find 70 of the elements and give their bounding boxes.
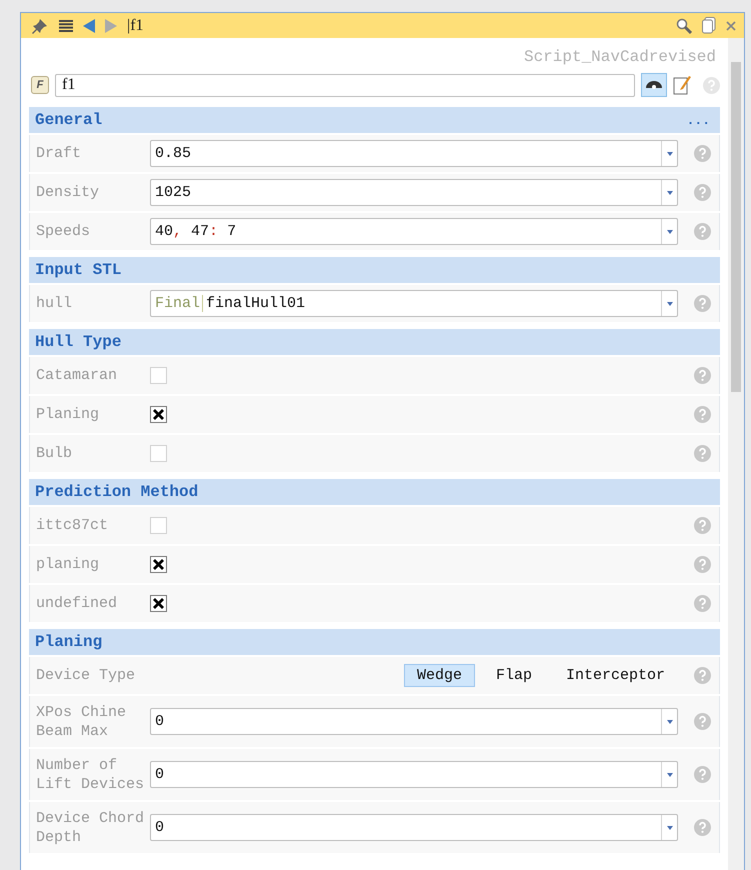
caret-icon bbox=[666, 230, 672, 234]
type-badge: F bbox=[31, 76, 49, 94]
field-label: undefined bbox=[36, 594, 118, 613]
section-header[interactable]: Input STL bbox=[29, 257, 720, 283]
close-icon[interactable] bbox=[726, 20, 736, 30]
option-button[interactable]: Interceptor bbox=[552, 664, 678, 687]
scrollbar[interactable] bbox=[728, 38, 744, 870]
help-icon[interactable] bbox=[694, 819, 711, 836]
field-label: Density bbox=[36, 183, 100, 202]
dropdown-field[interactable]: 0 bbox=[150, 814, 678, 841]
field-label: XPos Chine Beam Max bbox=[36, 702, 128, 740]
help-icon[interactable] bbox=[694, 556, 711, 573]
window-title: |f1 bbox=[127, 16, 144, 34]
help-icon[interactable] bbox=[694, 445, 711, 462]
dropdown-field[interactable]: 40, 47: 7 bbox=[150, 218, 678, 245]
help-icon[interactable] bbox=[694, 145, 711, 162]
field-label: hull bbox=[36, 294, 74, 313]
forward-arrow-icon[interactable] bbox=[105, 18, 117, 32]
caret-icon bbox=[666, 772, 672, 776]
field-label: Bulb bbox=[36, 444, 74, 463]
option-button[interactable]: Flap bbox=[482, 664, 545, 687]
dropdown-field[interactable]: 0.85 bbox=[150, 140, 678, 167]
section-header[interactable]: Prediction Method bbox=[29, 479, 720, 505]
help-icon[interactable] bbox=[694, 595, 711, 612]
field-label: Device Type bbox=[36, 666, 136, 685]
caret-icon bbox=[666, 302, 672, 306]
help-icon[interactable] bbox=[694, 406, 711, 423]
list-icon[interactable] bbox=[59, 20, 73, 32]
help-icon[interactable] bbox=[694, 223, 711, 240]
script-name: Script_NavCadrevised bbox=[522, 48, 717, 68]
help-icon[interactable] bbox=[694, 667, 711, 684]
caret-icon bbox=[666, 152, 672, 156]
help-icon[interactable] bbox=[694, 184, 711, 201]
eye-button[interactable] bbox=[641, 73, 667, 97]
field-label: Device Chord Depth bbox=[36, 808, 146, 846]
checkbox[interactable] bbox=[150, 556, 167, 573]
section-header[interactable]: Planing bbox=[29, 629, 720, 655]
edit-icon[interactable] bbox=[673, 75, 691, 95]
help-icon[interactable] bbox=[694, 713, 711, 730]
section-header[interactable]: Hull Type bbox=[29, 329, 720, 355]
help-icon[interactable] bbox=[694, 367, 711, 384]
copy-icon[interactable] bbox=[702, 17, 716, 34]
help-icon[interactable] bbox=[694, 295, 711, 312]
option-button[interactable]: Wedge bbox=[404, 664, 475, 687]
dropdown-field[interactable]: 0 bbox=[150, 761, 678, 788]
field-label: ittc87ct bbox=[36, 516, 110, 535]
search-icon[interactable] bbox=[676, 18, 692, 34]
caret-icon bbox=[666, 190, 672, 194]
eye-icon bbox=[645, 79, 663, 91]
dropdown-field[interactable]: Final finalHull01 bbox=[150, 290, 678, 317]
dropdown-field[interactable]: 0 bbox=[150, 708, 678, 735]
checkbox[interactable] bbox=[150, 595, 167, 612]
dropdown-field[interactable]: 1025 bbox=[150, 179, 678, 206]
help-icon[interactable] bbox=[703, 76, 720, 94]
help-icon[interactable] bbox=[694, 766, 711, 783]
field-label: Number of Lift Devices bbox=[36, 756, 146, 794]
checkbox[interactable] bbox=[150, 406, 167, 423]
caret-icon bbox=[666, 826, 672, 830]
field-label: Speeds bbox=[36, 222, 92, 241]
back-arrow-icon[interactable] bbox=[83, 18, 95, 32]
field-label: Draft bbox=[36, 144, 82, 163]
caret-icon bbox=[666, 720, 672, 724]
name-field[interactable]: f1 bbox=[55, 74, 635, 96]
section-header[interactable]: General ... bbox=[29, 107, 720, 133]
field-label: planing bbox=[36, 555, 100, 574]
help-icon[interactable] bbox=[694, 517, 711, 534]
pin-icon[interactable] bbox=[31, 16, 49, 34]
field-label: Planing bbox=[36, 405, 100, 424]
more-button[interactable]: ... bbox=[686, 112, 710, 128]
field-label: Catamaran bbox=[36, 366, 118, 385]
